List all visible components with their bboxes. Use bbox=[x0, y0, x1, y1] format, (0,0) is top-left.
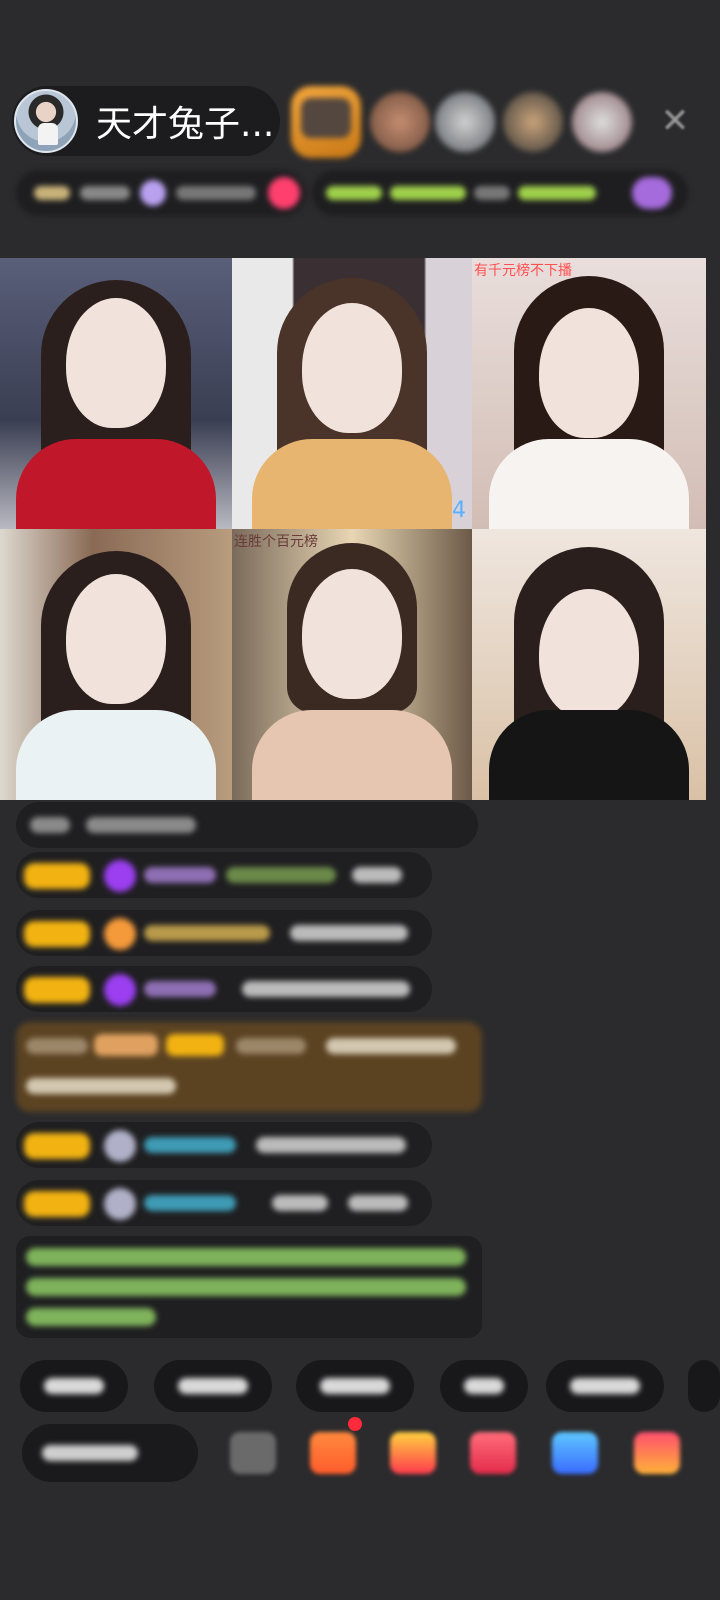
fan-badge-icon bbox=[104, 860, 136, 892]
host-info-pill[interactable]: 天才兔子... bbox=[12, 86, 280, 156]
quick-reply-chip[interactable] bbox=[546, 1360, 664, 1412]
room-tags-pill[interactable] bbox=[312, 170, 688, 216]
chat-message[interactable] bbox=[16, 802, 478, 848]
gift-message-card[interactable] bbox=[16, 1022, 482, 1112]
guest-video-tile[interactable]: 连胜个百元榜 bbox=[232, 529, 472, 800]
viewer-avatar[interactable] bbox=[572, 92, 632, 152]
like-icon[interactable] bbox=[470, 1432, 516, 1474]
fan-badge-icon bbox=[104, 1188, 136, 1220]
quick-reply-chip[interactable] bbox=[688, 1360, 720, 1412]
activity-icon[interactable] bbox=[390, 1432, 436, 1474]
fan-badge-icon bbox=[104, 918, 136, 950]
level-badge bbox=[24, 1133, 90, 1159]
tile-overlay-text: 有千元榜不下播 bbox=[474, 263, 572, 279]
chat-message[interactable] bbox=[16, 1122, 432, 1168]
notification-dot bbox=[348, 1417, 362, 1431]
quick-reply-chip[interactable] bbox=[154, 1360, 272, 1412]
room-stats-pill[interactable] bbox=[16, 170, 306, 216]
viewer-avatar[interactable] bbox=[503, 92, 563, 152]
chat-message[interactable] bbox=[16, 910, 432, 956]
level-badge bbox=[24, 977, 90, 1003]
multi-guest-video-grid: 4 有千元榜不下播 连胜个百元榜 bbox=[0, 258, 706, 800]
host-avatar[interactable] bbox=[14, 89, 78, 153]
share-icon[interactable] bbox=[552, 1432, 598, 1474]
gift-box-icon[interactable] bbox=[310, 1432, 356, 1474]
comment-input[interactable] bbox=[22, 1424, 198, 1482]
system-notice bbox=[16, 1236, 482, 1338]
viewer-avatar[interactable] bbox=[291, 86, 361, 158]
fan-badge-icon bbox=[104, 974, 136, 1006]
viewer-avatar[interactable] bbox=[370, 92, 430, 152]
gift-icon[interactable] bbox=[634, 1432, 680, 1474]
chat-message[interactable] bbox=[16, 1180, 432, 1226]
chat-message[interactable] bbox=[16, 852, 432, 898]
tile-overlay-text: 4 bbox=[452, 498, 466, 523]
quick-reply-chip[interactable] bbox=[440, 1360, 528, 1412]
host-name: 天才兔子... bbox=[96, 104, 275, 145]
chat-message[interactable] bbox=[16, 966, 432, 1012]
guest-video-tile[interactable] bbox=[0, 258, 232, 529]
viewer-avatar[interactable] bbox=[435, 92, 495, 152]
guest-video-tile[interactable] bbox=[472, 529, 706, 800]
quick-reply-chip[interactable] bbox=[296, 1360, 414, 1412]
tile-overlay-text: 连胜个百元榜 bbox=[234, 534, 318, 550]
close-icon[interactable]: ✕ bbox=[655, 101, 695, 141]
fan-badge-icon bbox=[104, 1130, 136, 1162]
level-badge bbox=[24, 863, 90, 889]
guest-video-tile[interactable]: 有千元榜不下播 bbox=[472, 258, 706, 529]
guest-video-tile[interactable]: 4 bbox=[232, 258, 472, 529]
more-icon[interactable] bbox=[230, 1432, 276, 1474]
quick-reply-chip[interactable] bbox=[20, 1360, 128, 1412]
level-badge bbox=[24, 921, 90, 947]
guest-video-tile[interactable] bbox=[0, 529, 232, 800]
level-badge bbox=[24, 1191, 90, 1217]
